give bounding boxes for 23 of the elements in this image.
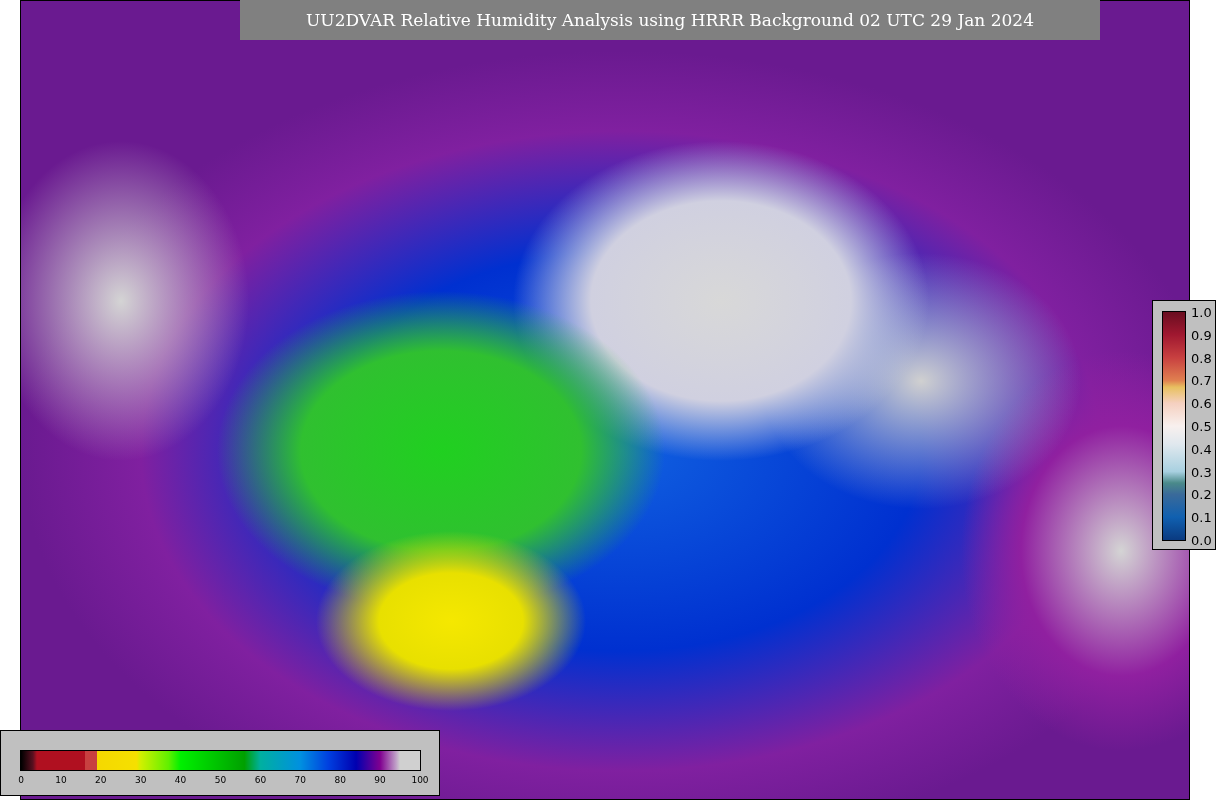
- tick-label: 50: [214, 775, 227, 785]
- tick-label: 0.3: [1191, 464, 1212, 480]
- tick-label: 0.2: [1191, 486, 1212, 502]
- tick-label: 80: [334, 775, 346, 785]
- tick-label: 70: [294, 775, 306, 785]
- tick-label: 0.5: [1191, 418, 1212, 434]
- tick-label: 0.0: [1191, 532, 1212, 548]
- tick-label: 30: [134, 775, 147, 785]
- tick-label: 10: [55, 775, 67, 785]
- tick-label: 0.9: [1191, 327, 1212, 343]
- tick-label: 0.6: [1191, 395, 1212, 411]
- tick-label: 90: [374, 775, 386, 785]
- tick-label: 1.0: [1191, 304, 1212, 320]
- tick-label: 0.8: [1191, 350, 1212, 366]
- chart-title: UU2DVAR Relative Humidity Analysis using HRRR Background 02 UTC 29 Jan 2024: [240, 0, 1100, 40]
- tick-label: 40: [174, 775, 187, 785]
- tick-label: 0.1: [1191, 509, 1212, 525]
- tick-label: 100: [411, 775, 429, 785]
- tick-label: 60: [254, 775, 267, 785]
- tick-label: 0.7: [1191, 372, 1212, 388]
- tick-label: 0: [18, 775, 24, 785]
- tick-label: 0.4: [1191, 441, 1212, 457]
- tick-label: 20: [95, 775, 107, 785]
